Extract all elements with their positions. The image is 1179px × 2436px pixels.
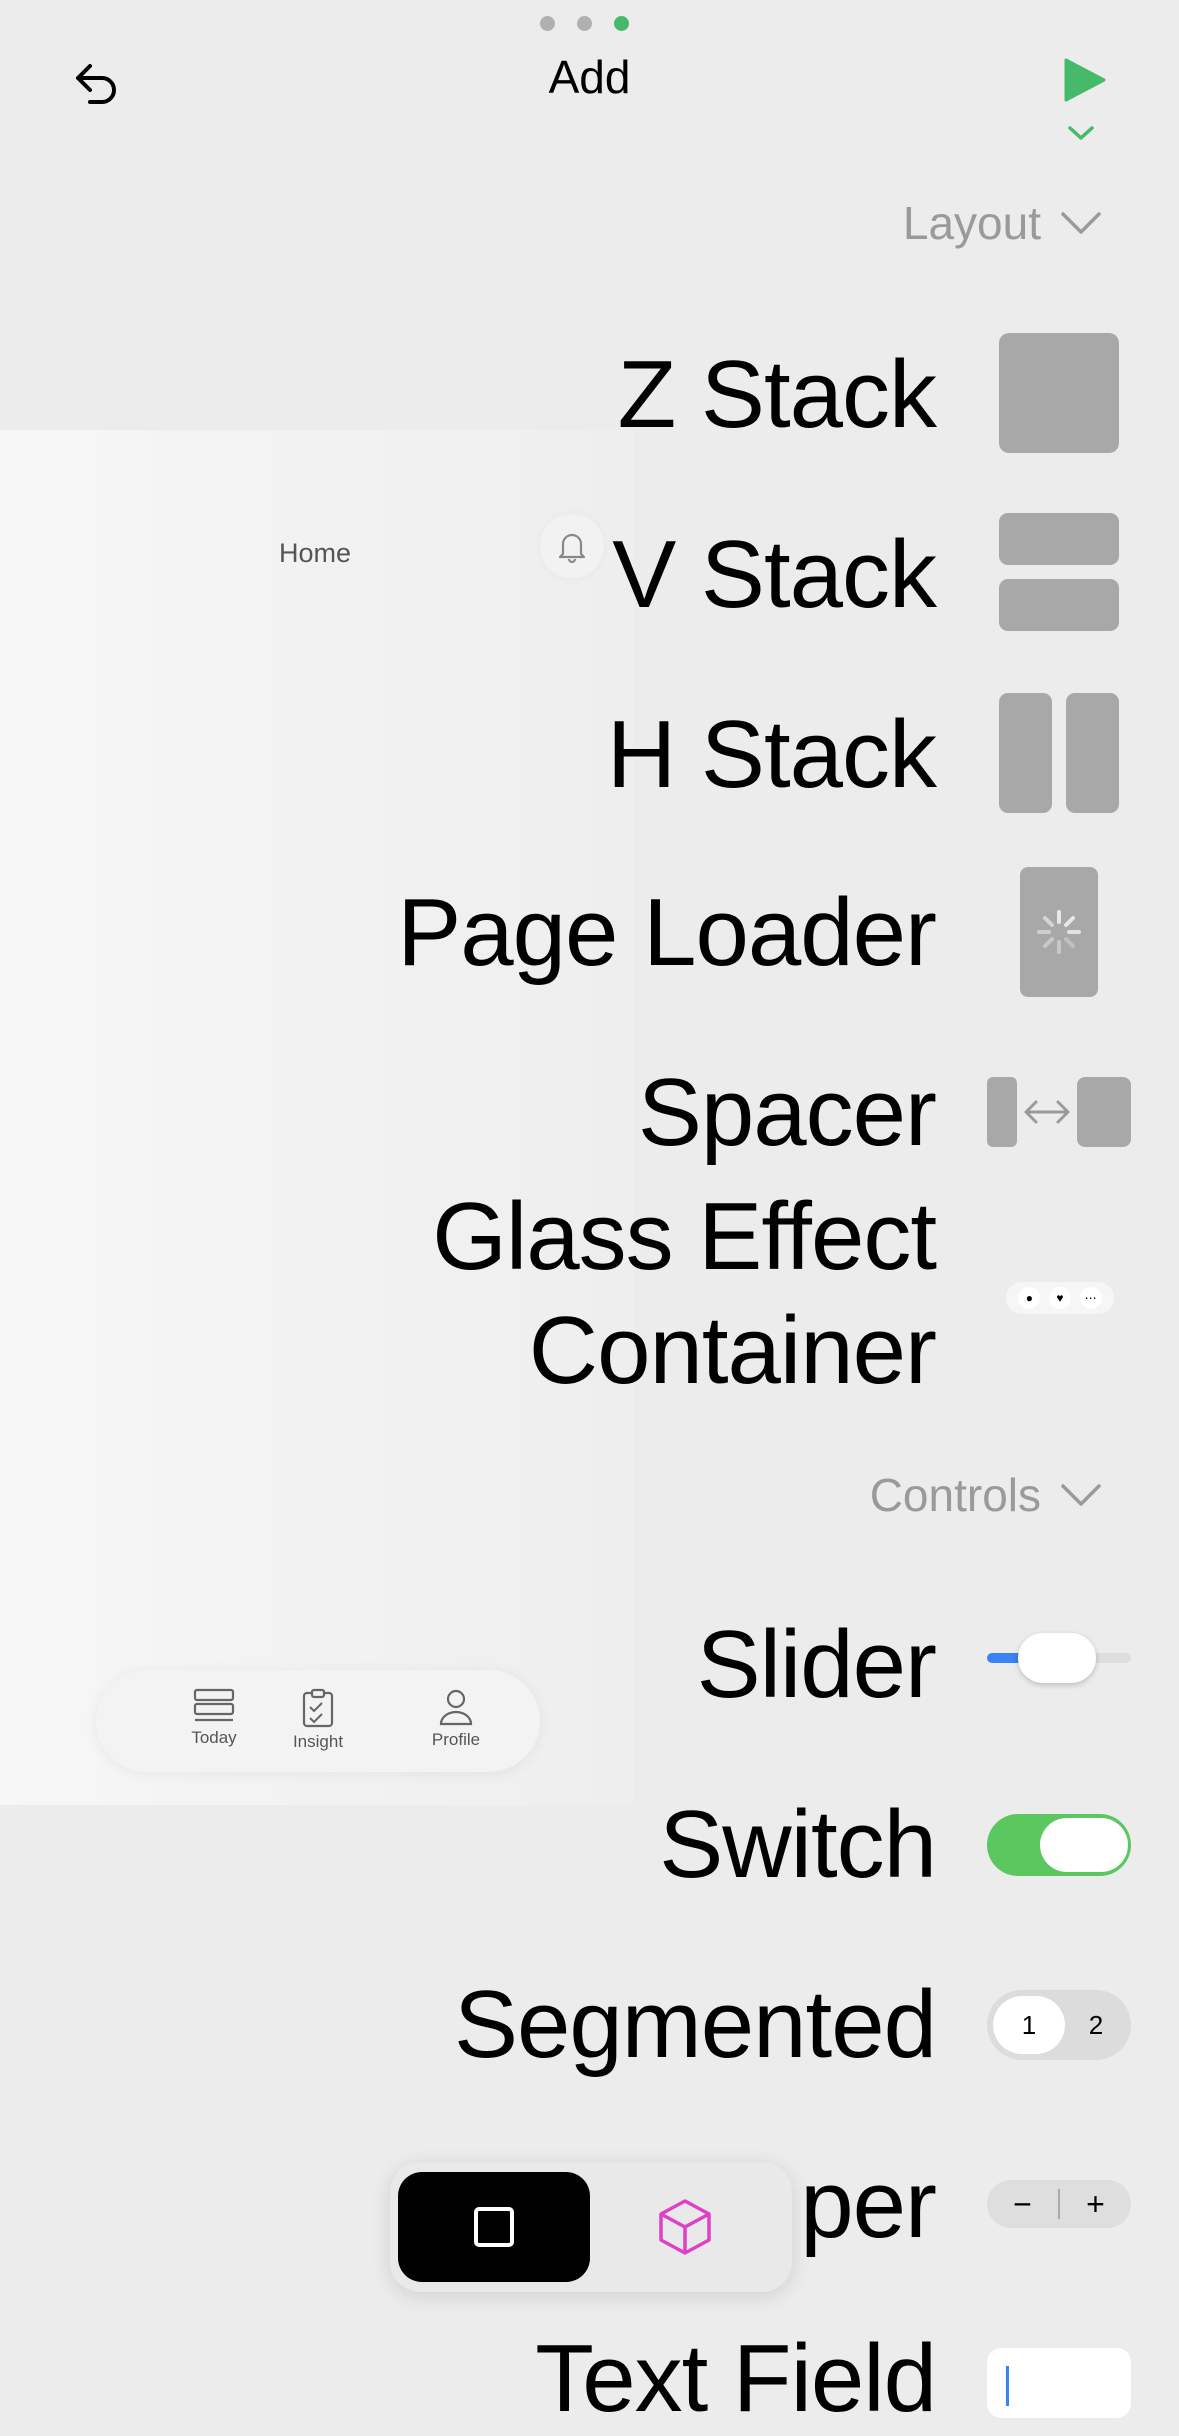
component-glass-effect-line1[interactable]: Glass Effect [432, 1180, 937, 1294]
section-layout-toggle[interactable]: Layout [903, 196, 1103, 250]
section-title: Controls [869, 1469, 1041, 1521]
notification-button[interactable] [540, 514, 604, 578]
segment-option[interactable]: 1 [993, 1996, 1065, 2054]
page-indicator [540, 16, 629, 31]
app-preview[interactable] [0, 430, 634, 1805]
heart-icon: ♥ [1048, 1287, 1071, 1309]
tab-label: Today [191, 1728, 237, 1747]
double-arrow-icon [1024, 1100, 1070, 1124]
tab-today[interactable]: Today [154, 1688, 274, 1748]
slider-knob[interactable] [1018, 1633, 1096, 1683]
component-glass-effect-line2[interactable]: Container [529, 1294, 937, 1408]
model-mode-button[interactable] [640, 2190, 730, 2264]
component-mode-button[interactable] [398, 2172, 590, 2282]
play-button[interactable] [1060, 56, 1108, 104]
more-icon: ⋯ [1079, 1287, 1102, 1309]
section-controls-toggle[interactable]: Controls [870, 1468, 1103, 1522]
stepper-minus-button[interactable]: − [987, 2180, 1058, 2228]
chevron-down-icon[interactable] [1066, 124, 1096, 142]
component-v-stack[interactable]: V Stack [612, 518, 937, 632]
chevron-down-icon [1061, 1484, 1101, 1506]
v-stack-preview-top[interactable] [999, 513, 1119, 565]
bag-icon: ● [1018, 1287, 1041, 1309]
component-text-field[interactable]: Text Field [535, 2322, 937, 2436]
page-title: Add [548, 51, 631, 103]
section-title: Layout [902, 197, 1041, 249]
component-slider[interactable]: Slider [697, 1608, 937, 1722]
component-segmented[interactable]: Segmented [454, 1968, 937, 2082]
spacer-preview-left[interactable] [987, 1077, 1017, 1147]
segment-option[interactable]: 2 [1065, 1996, 1127, 2054]
stepper-plus-button[interactable]: + [1060, 2180, 1131, 2228]
tab-insight[interactable]: Insight [258, 1688, 378, 1752]
glass-container-preview[interactable]: ● ♥ ⋯ [1006, 1282, 1114, 1314]
tab-profile[interactable]: Profile [396, 1688, 516, 1750]
tab-label: Insight [292, 1732, 344, 1751]
chevron-down-icon [1061, 212, 1101, 234]
v-stack-preview-bottom[interactable] [999, 579, 1119, 631]
clipboard-check-icon [302, 1688, 334, 1728]
component-switch[interactable]: Switch [659, 1788, 937, 1902]
component-page-loader[interactable]: Page Loader [397, 876, 937, 990]
list-icon [193, 1688, 235, 1722]
page-loader-preview[interactable] [1020, 867, 1098, 997]
text-caret [1006, 2366, 1009, 2406]
switch-knob[interactable] [1040, 1818, 1128, 1872]
stepper-preview[interactable]: − + [987, 2180, 1131, 2228]
component-stepper[interactable]: per [800, 2148, 937, 2262]
preview-title: Home [278, 538, 352, 568]
component-h-stack[interactable]: H Stack [607, 698, 937, 812]
preview-tab-bar: Today Insight Profile [96, 1670, 540, 1772]
cube-icon [659, 2199, 711, 2255]
component-spacer[interactable]: Spacer [638, 1056, 937, 1170]
person-icon [439, 1689, 473, 1726]
component-z-stack[interactable]: Z Stack [618, 338, 937, 452]
z-stack-preview[interactable] [999, 333, 1119, 453]
page-dot-active [614, 16, 629, 31]
page-dot [540, 16, 555, 31]
h-stack-preview-right[interactable] [1066, 693, 1119, 813]
page-dot [577, 16, 592, 31]
tab-label: Profile [431, 1730, 481, 1749]
spinner-icon [1037, 910, 1081, 954]
h-stack-preview-left[interactable] [999, 693, 1052, 813]
spacer-preview-right[interactable] [1077, 1077, 1131, 1147]
play-icon [1064, 58, 1106, 102]
square-icon [474, 2207, 514, 2247]
bell-icon [558, 533, 586, 564]
